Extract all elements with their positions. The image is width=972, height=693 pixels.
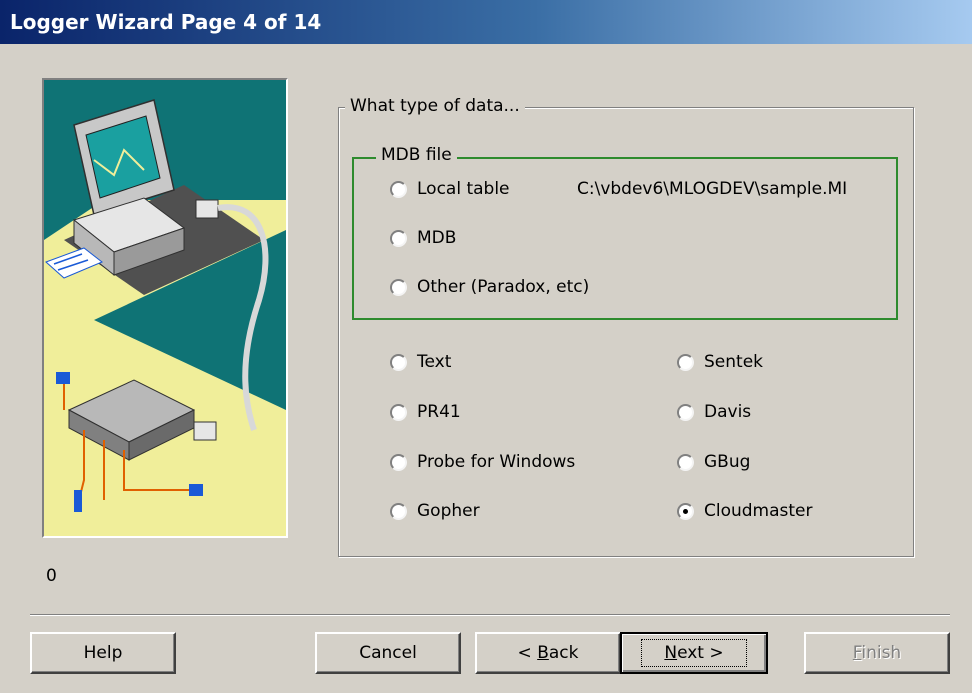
radio-circle-icon xyxy=(677,453,694,471)
radio-other-paradox[interactable]: Other (Paradox, etc) xyxy=(390,277,589,297)
button-separator xyxy=(30,614,950,616)
radio-cloudmaster[interactable]: Cloudmaster xyxy=(677,501,813,521)
cancel-button[interactable]: Cancel xyxy=(315,632,461,674)
mdb-file-legend: MDB file xyxy=(376,145,457,165)
radio-gopher[interactable]: Gopher xyxy=(390,501,480,521)
radio-circle-icon xyxy=(390,180,407,198)
wizard-illustration xyxy=(42,78,288,538)
radio-label: Other (Paradox, etc) xyxy=(417,277,590,297)
radio-label: Davis xyxy=(704,402,752,422)
radio-label: Probe for Windows xyxy=(417,452,576,472)
radio-circle-icon xyxy=(390,502,407,520)
radio-label: Local table xyxy=(417,179,510,199)
finish-button-label: Finish xyxy=(852,643,902,663)
radio-circle-icon xyxy=(390,453,407,471)
window-title: Logger Wizard Page 4 of 14 xyxy=(0,0,972,44)
back-button[interactable]: < Back xyxy=(475,632,621,674)
finish-button[interactable]: Finish xyxy=(804,632,950,674)
mdb-file-path: C:\vbdev6\MLOGDEV\sample.MI xyxy=(577,179,848,199)
radio-probe-for-windows[interactable]: Probe for Windows xyxy=(390,452,575,472)
radio-gbug[interactable]: GBug xyxy=(677,452,750,472)
radio-circle-icon xyxy=(677,403,694,421)
radio-circle-icon xyxy=(390,278,407,296)
next-button[interactable]: Next > xyxy=(620,632,768,674)
radio-mdb[interactable]: MDB xyxy=(390,228,456,248)
radio-text[interactable]: Text xyxy=(390,352,451,372)
radio-label: PR41 xyxy=(417,402,461,422)
data-type-legend: What type of data... xyxy=(345,96,525,116)
radio-label: GBug xyxy=(704,452,751,472)
radio-davis[interactable]: Davis xyxy=(677,402,751,422)
radio-circle-icon xyxy=(390,229,407,247)
radio-local-table[interactable]: Local table xyxy=(390,179,510,199)
radio-label: Sentek xyxy=(704,352,763,372)
radio-label: MDB xyxy=(417,228,457,248)
radio-circle-icon xyxy=(677,353,694,371)
next-button-label: Next > xyxy=(641,639,747,667)
help-button[interactable]: Help xyxy=(30,632,176,674)
radio-label: Gopher xyxy=(417,501,480,521)
radio-label: Cloudmaster xyxy=(704,501,813,521)
radio-sentek[interactable]: Sentek xyxy=(677,352,763,372)
radio-circle-icon xyxy=(390,353,407,371)
back-button-label: < Back xyxy=(517,643,579,663)
cancel-button-label: Cancel xyxy=(359,643,417,663)
radio-pr41[interactable]: PR41 xyxy=(390,402,461,422)
radio-label: Text xyxy=(417,352,452,372)
status-counter: 0 xyxy=(46,566,57,586)
radio-selected-icon xyxy=(677,502,694,520)
radio-circle-icon xyxy=(390,403,407,421)
help-button-label: Help xyxy=(83,643,123,663)
